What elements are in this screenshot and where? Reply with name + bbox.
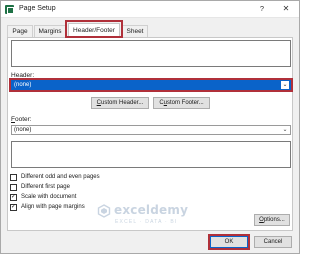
cancel-button[interactable]: Cancel [254,236,292,248]
watermark-name: exceldemy [114,203,189,217]
checkbox-box[interactable] [10,174,17,181]
chevron-down-icon[interactable]: ⌄ [281,126,289,134]
dialog-title: Page Setup [19,5,56,12]
custom-footer-text: stom Footer... [167,100,204,106]
footer-dropdown-value: (none) [14,127,32,133]
options-text: ptions... [263,217,285,223]
header-preview [11,40,291,67]
ok-highlight-box [208,234,250,250]
checkbox-label: Scale with document [21,194,77,200]
footer-label: Footer: [11,116,32,123]
exceldemy-watermark: exceldemy EXCEL · DATA · BI [97,202,247,228]
custom-footer-button[interactable]: Custom Footer... [153,97,210,109]
watermark-tagline: EXCEL · DATA · BI [115,219,178,225]
footer-label-text: ooter: [14,116,32,123]
excel-app-icon [5,5,14,14]
checkbox-box[interactable] [10,184,17,191]
tab-highlight-box [65,20,123,38]
custom-header-text: ustom Header... [100,100,144,106]
options-button[interactable]: Options... [254,214,290,226]
header-highlight-box [9,78,293,92]
footer-preview [11,141,291,168]
title-bar: Page Setup ? ✕ [1,1,299,18]
checkbox-box[interactable]: ✓ [10,194,17,201]
page-setup-dialog: Page Setup ? ✕ Page Margins Header/Foote… [0,0,300,254]
checkbox-box[interactable]: ✓ [10,204,17,211]
tab-page[interactable]: Page [7,25,33,37]
tab-sheet[interactable]: Sheet [122,25,148,37]
checkbox-label: Align with page margins [21,204,85,210]
checkbox-label: Different first page [21,184,70,190]
exceldemy-logo-icon [97,204,111,218]
custom-header-button[interactable]: Custom Header... [91,97,149,109]
help-button[interactable]: ? [257,4,267,14]
checkbox-label: Different odd and even pages [21,174,100,180]
tab-margins[interactable]: Margins [34,25,66,37]
close-button[interactable]: ✕ [281,4,291,14]
footer-dropdown[interactable]: (none) ⌄ [11,125,291,135]
